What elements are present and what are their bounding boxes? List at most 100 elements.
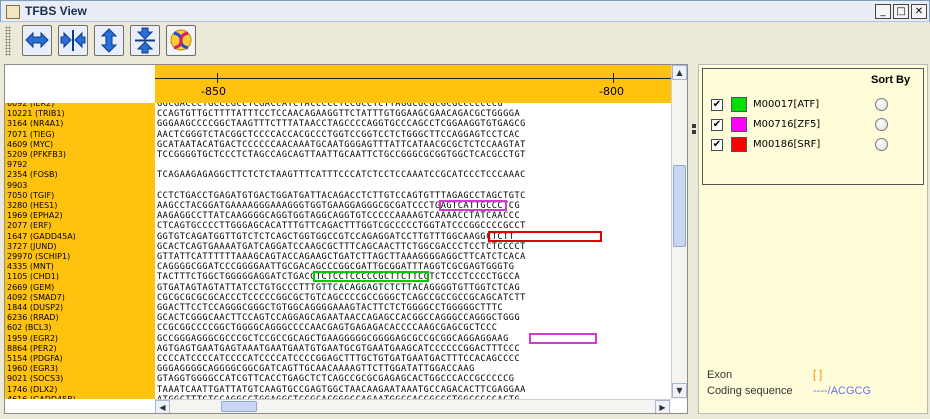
horizontal-scroll-thumb[interactable]: [221, 401, 257, 412]
motif-hit-highlight[interactable]: [488, 230, 602, 242]
scroll-right-button[interactable]: ▶: [655, 400, 670, 413]
sequence-row: AAGAGGCCTTATCAAGGGGCAGGTGGTAGGCAGGTGTCCC…: [157, 211, 521, 222]
sequence-row: TCCGGGGTGCTCCCTCTAGCCAGCAGTTAATTGCAATTCT…: [157, 150, 526, 160]
sort-by-label: Sort By: [871, 74, 911, 86]
scroll-up-button[interactable]: ▲: [672, 65, 687, 80]
minimize-button[interactable]: _: [875, 4, 891, 19]
gene-name-column: 6092 (IER2) 10221 (TRIB1) 3164 (NR4A1) 7071…: [5, 103, 155, 399]
toolbar-grip[interactable]: [5, 26, 11, 56]
sequence-row: TAAATCAATTGATTATGTCAAGTGCCGAGTGGCTAACAAG…: [157, 384, 526, 395]
gene-name[interactable]: 29970 (SCHIP1): [7, 252, 70, 262]
gene-name[interactable]: 5209 (PFKFB3): [7, 150, 66, 160]
split-pane-divider[interactable]: [690, 64, 698, 414]
gene-name[interactable]: 9903: [7, 181, 27, 191]
sequence-row: GGTGTCAGATGGTTGTCTCTCAGCTGGTGGCCGTCCAGAG…: [157, 231, 515, 242]
gene-name[interactable]: 1105 (CHD1): [7, 272, 59, 282]
sequence-area: GGCGACCCTGCCCGCCTCGACCATCTACCCCCTCCGCCTC…: [155, 103, 671, 399]
sequence-row: GTGATAGTAGTATTATCCTGTGCCCTTTGTTCACAGGAGT…: [157, 282, 521, 293]
maximize-button[interactable]: □: [893, 4, 909, 19]
gene-name[interactable]: 7071 (TIEG): [7, 130, 55, 140]
scroll-down-button[interactable]: ▼: [672, 383, 687, 398]
sort-radio[interactable]: [875, 138, 888, 151]
gene-name[interactable]: 1960 (EGR3): [7, 364, 58, 374]
motif-legend-box: Sort By ✔ M00017[ATF] ✔ M00716[ZF5] ✔ M0…: [702, 68, 924, 185]
exon-value: [ ]: [813, 369, 823, 381]
collapse-vertical-button[interactable]: [130, 25, 160, 56]
gene-name[interactable]: 1844 (DUSP2): [7, 303, 63, 313]
vertical-scrollbar[interactable]: ▲ ▼: [671, 65, 687, 399]
legend-panel: Sort By ✔ M00017[ATF] ✔ M00716[ZF5] ✔ M0…: [698, 64, 928, 414]
motif-checkbox[interactable]: ✔: [711, 139, 723, 151]
horizontal-scrollbar[interactable]: ◀ ▶: [155, 399, 671, 413]
gene-name[interactable]: 4092 (SMAD7): [7, 293, 65, 303]
gene-name[interactable]: 4609 (MYC): [7, 140, 53, 150]
position-ruler: -850 -800: [155, 65, 671, 103]
sequence-row: GCACTCGGGCAACTTCCAGTCCAGGAGCAGAATAACCAGA…: [157, 313, 521, 324]
motif-row-zf5: ✔ M00716[ZF5]: [711, 117, 916, 133]
gene-name[interactable]: 4335 (MNT): [7, 262, 54, 272]
gene-name[interactable]: 7050 (TGIF): [7, 191, 54, 201]
gene-name[interactable]: 6236 (RRAD): [7, 313, 59, 323]
coding-sequence-value: ----/ACGCG: [813, 385, 872, 397]
gene-name[interactable]: 1959 (EGR2): [7, 334, 58, 344]
gene-name[interactable]: 5154 (PDGFA): [7, 354, 63, 364]
motif-checkbox[interactable]: ✔: [711, 119, 723, 131]
expand-horizontal-button[interactable]: [22, 25, 52, 56]
dna-icon: [168, 27, 194, 54]
motif-hit-highlight[interactable]: [439, 200, 507, 211]
motif-row-atf: ✔ M00017[ATF]: [711, 97, 916, 113]
sequence-row: CCCCATCCCCATCCCCATCCCCATCCCCGGAGCTTTGCTG…: [157, 354, 521, 364]
gene-name[interactable]: 9792: [7, 160, 27, 170]
gene-name[interactable]: 3164 (NR4A1): [7, 119, 63, 129]
coding-sequence-label: Coding sequence: [707, 385, 793, 397]
gene-name[interactable]: 1969 (EPHA2): [7, 211, 63, 221]
gene-name[interactable]: 8864 (PER2): [7, 344, 57, 354]
ruler-tick: [217, 73, 218, 83]
gene-name[interactable]: 2669 (GEM): [7, 283, 54, 293]
sequence-row: CTCAGTGCCCCTTGGGAGCACATTTGTTCAGACTTTGGTC…: [157, 221, 526, 232]
sequence-row: GCATAATACATGACTCCCCCCAACAAATGCAATGGGAGTT…: [157, 139, 526, 150]
title-bar: TFBS View _ □ ✕: [0, 0, 930, 22]
collapse-horizontal-button[interactable]: [58, 25, 88, 56]
ruler-axis-line: [155, 78, 671, 79]
exon-label: Exon: [707, 369, 733, 381]
gene-name[interactable]: 3280 (HES1): [7, 201, 57, 211]
arrows-left-right-out-icon: [24, 27, 50, 54]
ruler-tick: [613, 73, 614, 83]
sort-radio[interactable]: [875, 118, 888, 131]
expand-vertical-button[interactable]: [94, 25, 124, 56]
motif-checkbox[interactable]: ✔: [711, 99, 723, 111]
motif-hit-highlight[interactable]: [313, 271, 429, 283]
motif-color-swatch: [731, 137, 747, 152]
gene-name[interactable]: 2354 (FOSB): [7, 170, 58, 180]
gene-name[interactable]: 602 (BCL3): [7, 323, 52, 333]
close-button[interactable]: ✕: [911, 4, 927, 19]
gene-name[interactable]: 3727 (JUND): [7, 242, 57, 252]
sequence-row: GGGAGGGGCAGGGGCGGCGATCAGTTGCAACAAAAGTTCT…: [157, 364, 475, 375]
sequence-row: CGCGCGCGCGCACCCTCCCCCGGCGCTGTCAGCCCCGCCG…: [157, 292, 526, 303]
gene-name[interactable]: 1746 (DLX2): [7, 385, 57, 395]
sort-radio[interactable]: [875, 98, 888, 111]
sequence-row: GTTATTCATTTTTTAAAGCAGTACCAGAAGCTGATCTTAG…: [157, 252, 526, 262]
sequence-row: GGGAAGCCCCGGCTAAGTTTCTTTATAACCTAGCCCCAGG…: [157, 119, 526, 130]
sequence-row: TCAGAAGAGAGGCTTCTCTCTAAGTTTCATTTCCCATCTC…: [157, 170, 526, 181]
ruler-label: -850: [201, 85, 226, 98]
gene-name[interactable]: 1647 (GADD45A): [7, 232, 76, 242]
sequence-row: CCAGTGTTGCTTTTATTTCCTCCAACAGAAGGTTCTATTT…: [157, 109, 521, 120]
sequence-row: GCACTCAGTGAAAATGATCAGGATCCAAGCGCTTTCAGCA…: [157, 241, 526, 252]
motif-label: M00017[ATF]: [753, 99, 820, 110]
motif-label: M00186[SRF]: [753, 139, 821, 150]
java-app-icon: [6, 5, 20, 19]
gene-name[interactable]: 2077 (ERF): [7, 221, 51, 231]
motif-label: M00716[ZF5]: [753, 119, 821, 130]
scroll-left-button[interactable]: ◀: [155, 400, 170, 413]
dna-view-button[interactable]: [166, 25, 196, 56]
gene-name[interactable]: 6092 (IER2): [7, 103, 54, 109]
gene-name[interactable]: 9021 (SOCS3): [7, 374, 63, 384]
motif-hit-highlight[interactable]: [529, 332, 597, 344]
gene-name[interactable]: 4616 (GADD45B): [7, 395, 76, 399]
arrows-left-right-in-icon: [60, 27, 86, 54]
gene-name[interactable]: 10221 (TRIB1): [7, 109, 65, 119]
toolbar: [0, 22, 930, 60]
vertical-scroll-thumb[interactable]: [673, 165, 686, 247]
